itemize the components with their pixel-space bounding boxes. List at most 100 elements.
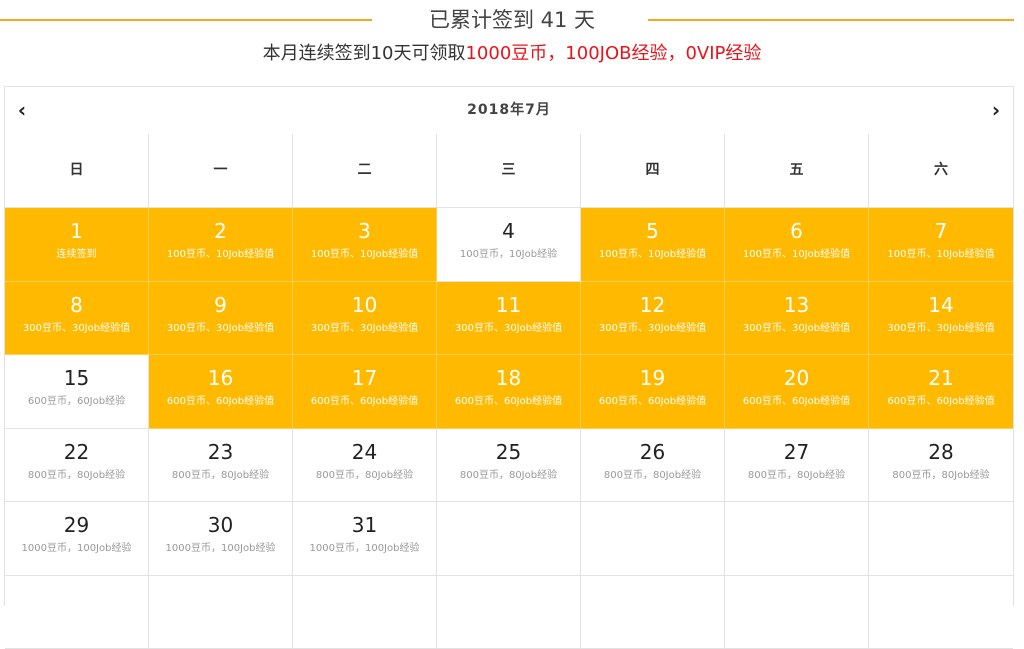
day-number: 25	[437, 429, 580, 464]
day-reward-label: 连续签到	[5, 248, 148, 262]
day-reward-label: 300豆币、30Job经验值	[869, 322, 1013, 336]
day-reward-label: 800豆币，80Job经验	[5, 469, 148, 483]
checkin-summary: 已累计签到 41 天 本月连续签到10天可领取1000豆币，100JOB经验，0…	[0, 0, 1024, 86]
day-reward-label: 100豆币、10Job经验值	[869, 248, 1013, 262]
weekday-label: 一	[149, 134, 293, 208]
calendar-empty-cell	[437, 502, 581, 576]
day-number: 17	[293, 355, 436, 390]
day-reward-label: 600豆币、60Job经验值	[869, 395, 1013, 409]
day-cell-signed[interactable]: 18 600豆币、60Job经验值	[437, 355, 581, 429]
day-cell[interactable]: 23 800豆币，80Job经验	[149, 429, 293, 503]
next-month-button[interactable]: ›	[981, 97, 1011, 125]
total-checkin-days: 已累计签到 41 天	[0, 5, 1024, 35]
calendar-empty-cell	[293, 576, 437, 649]
weekday-label: 日	[5, 134, 149, 208]
day-cell[interactable]: 24800豆币，80Job经验	[293, 429, 437, 503]
prev-month-button[interactable]: ‹	[7, 97, 37, 125]
calendar-grid: 日一二三四五六1连续签到2100豆币、10Job经验值3100豆币、10Job经…	[5, 134, 1013, 649]
calendar-week-row: 15600豆币，60Job经验16600豆币、60Job经验值17600豆币、6…	[5, 355, 1013, 429]
day-cell-signed[interactable]: 10300豆币、30Job经验值	[293, 282, 437, 356]
day-reward-label: 600豆币、60Job经验值	[149, 395, 292, 409]
day-cell[interactable]: 311000豆币，100Job经验	[293, 502, 437, 576]
day-number: 27	[725, 429, 868, 464]
calendar-week-row: 8300豆币、30Job经验值9300豆币、30Job经验值10300豆币、30…	[5, 282, 1013, 356]
day-reward-label: 300豆币、30Job经验值	[725, 322, 868, 336]
day-reward-label: 300豆币、30Job经验值	[581, 322, 724, 336]
day-cell-signed[interactable]: 19600豆币、60Job经验值	[581, 355, 725, 429]
day-cell[interactable]: 15600豆币，60Job经验	[5, 355, 149, 429]
day-cell-signed[interactable]: 5 100豆币、10Job经验值	[581, 208, 725, 282]
day-reward-label: 600豆币、60Job经验值	[293, 395, 436, 409]
day-reward-label: 300豆币、30Job经验值	[437, 322, 580, 336]
calendar-empty-cell	[581, 576, 725, 649]
calendar-header: 2018年7月 ‹ ›	[5, 87, 1013, 135]
day-number: 19	[581, 355, 724, 390]
day-number: 15	[5, 355, 148, 390]
day-number: 20	[725, 355, 868, 390]
day-number: 22	[5, 429, 148, 464]
day-cell[interactable]: 22 800豆币，80Job经验	[5, 429, 149, 503]
day-reward-label: 1000豆币，100Job经验	[293, 542, 436, 556]
day-reward-label: 800豆币，80Job经验	[725, 469, 868, 483]
day-cell[interactable]: 4100豆币，10Job经验	[437, 208, 581, 282]
day-cell[interactable]: 291000豆币，100Job经验	[5, 502, 149, 576]
day-reward-label: 600豆币、60Job经验值	[437, 395, 580, 409]
calendar-week-row: 22800豆币，80Job经验23800豆币，80Job经验24800豆币，80…	[5, 429, 1013, 503]
calendar-empty-cell	[725, 502, 869, 576]
reward-separator: ，	[547, 43, 565, 64]
weekday-header-row: 日一二三四五六	[5, 134, 1013, 208]
day-cell-signed[interactable]: 14 300豆币、30Job经验值	[869, 282, 1013, 356]
reward-separator: ，	[667, 43, 685, 64]
day-number: 5	[581, 208, 724, 243]
day-number: 3	[293, 208, 436, 243]
calendar-empty-cell	[149, 576, 293, 649]
day-cell-signed[interactable]: 3100豆币、10Job经验值	[293, 208, 437, 282]
weekday-label: 六	[869, 134, 1013, 208]
calendar-empty-cell	[581, 502, 725, 576]
day-cell-signed[interactable]: 6100豆币、10Job经验值	[725, 208, 869, 282]
calendar-empty-cell	[869, 502, 1013, 576]
day-cell[interactable]: 26800豆币，80Job经验	[581, 429, 725, 503]
day-cell-signed[interactable]: 17 600豆币、60Job经验值	[293, 355, 437, 429]
checkin-calendar: 2018年7月 ‹ › 日一二三四五六1连续签到2100豆币、10Job经验值3…	[4, 86, 1014, 606]
day-cell-signed[interactable]: 2100豆币、10Job经验值	[149, 208, 293, 282]
day-cell[interactable]: 25 800豆币，80Job经验	[437, 429, 581, 503]
day-number: 4	[437, 208, 580, 243]
day-reward-label: 600豆币、60Job经验值	[725, 395, 868, 409]
day-cell-signed[interactable]: 11 300豆币、30Job经验值	[437, 282, 581, 356]
day-cell-signed[interactable]: 20 600豆币、60Job经验值	[725, 355, 869, 429]
day-cell[interactable]: 301000豆币，100Job经验	[149, 502, 293, 576]
day-reward-label: 300豆币、30Job经验值	[5, 322, 148, 336]
day-cell-signed[interactable]: 7100豆币、10Job经验值	[869, 208, 1013, 282]
day-reward-label: 800豆币，80Job经验	[581, 469, 724, 483]
day-cell[interactable]: 27 800豆币，80Job经验	[725, 429, 869, 503]
day-number: 6	[725, 208, 868, 243]
calendar-week-row: 1连续签到2100豆币、10Job经验值3100豆币、10Job经验值4100豆…	[5, 208, 1013, 282]
day-number: 1	[5, 208, 148, 243]
day-number: 9	[149, 282, 292, 317]
day-number: 13	[725, 282, 868, 317]
day-number: 2	[149, 208, 292, 243]
day-cell-signed[interactable]: 1 连续签到	[5, 208, 149, 282]
day-cell-signed[interactable]: 21600豆币、60Job经验值	[869, 355, 1013, 429]
day-reward-label: 100豆币、10Job经验值	[581, 248, 724, 262]
day-number: 10	[293, 282, 436, 317]
day-number: 30	[149, 502, 292, 537]
day-cell-signed[interactable]: 8300豆币、30Job经验值	[5, 282, 149, 356]
day-number: 18	[437, 355, 580, 390]
day-number: 23	[149, 429, 292, 464]
day-number: 14	[869, 282, 1013, 317]
day-cell-signed[interactable]: 9300豆币、30Job经验值	[149, 282, 293, 356]
day-number: 28	[869, 429, 1013, 464]
calendar-empty-cell	[5, 576, 149, 649]
day-cell-signed[interactable]: 12300豆币、30Job经验值	[581, 282, 725, 356]
day-number: 11	[437, 282, 580, 317]
day-number: 24	[293, 429, 436, 464]
day-cell[interactable]: 28800豆币，80Job经验	[869, 429, 1013, 503]
day-cell-signed[interactable]: 13 300豆币、30Job经验值	[725, 282, 869, 356]
calendar-empty-cell	[869, 576, 1013, 649]
day-reward-label: 800豆币，80Job经验	[149, 469, 292, 483]
day-reward-label: 800豆币，80Job经验	[437, 469, 580, 483]
reward-coins: 1000豆币	[465, 43, 547, 64]
day-cell-signed[interactable]: 16600豆币、60Job经验值	[149, 355, 293, 429]
